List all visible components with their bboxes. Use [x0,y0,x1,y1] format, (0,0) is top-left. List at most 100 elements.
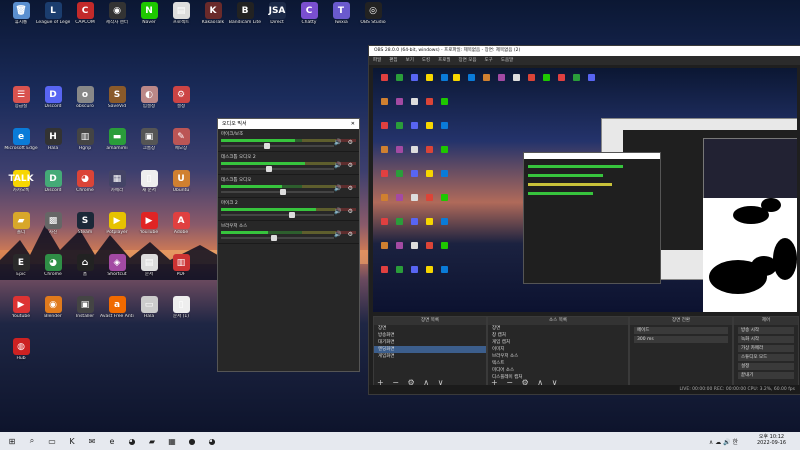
desktop-icon[interactable]: B Bandicam Lite [228,2,262,25]
desktop-icon[interactable]: ▣ 크롬창 [132,128,166,151]
volume-slider[interactable] [221,212,334,218]
slider-handle[interactable] [279,189,286,195]
volume-slider[interactable] [221,143,334,149]
desktop-icon[interactable]: S SaveVid [100,86,134,109]
desktop-icon[interactable]: ▬ amamimi [100,128,134,151]
desktop-icon[interactable]: ◕ Chrome [36,254,70,277]
control-button[interactable]: 방송 시작 [738,327,794,334]
desktop-icon[interactable]: 🗑 휴지통 [4,2,38,25]
audio-mixer-window[interactable]: 오디오 믹서 ✕ 마이크/보조 🔊 ⚙ 데스크톱 오디오 2 🔊 ⚙ 데스크톱 오디오 🔊… [217,118,360,372]
obs-title-bar[interactable]: OBS 28.0.0 (64-bit, windows) - 프로파일: 제목없… [369,46,800,56]
desktop-icon[interactable]: ⚙ 설정 [164,86,198,109]
desktop-icon[interactable]: ▦ 카메라 [100,170,134,193]
desktop-icon[interactable]: ◕ Chrome [68,170,102,193]
menu-item[interactable]: 도킹 [422,58,430,63]
control-button[interactable]: 스튜디오 모드 [738,354,794,361]
desktop-icon[interactable]: e Microsoft Edge [4,128,38,151]
desktop-icon[interactable]: ▥ Hgrip [68,128,102,151]
taskbar-clock[interactable]: 오후 10:12 2022-09-16 [757,434,786,446]
menu-item[interactable]: 장면 모음 [459,58,477,63]
desktop-icon[interactable]: ▶ Youtube [4,296,38,319]
desktop-icon[interactable]: ▣ Installer [68,296,102,319]
source-item[interactable]: 창 캡처 [488,332,628,339]
slider-handle[interactable] [288,212,295,218]
slider-handle[interactable] [266,166,273,172]
desktop-icon[interactable]: ▶ YouTube [132,212,166,235]
edge-icon[interactable]: e [106,435,118,447]
desktop-icon[interactable]: ▥ PDF [164,254,198,277]
desktop-icon[interactable]: ▶ Potplayer [100,212,134,235]
system-tray[interactable]: ∧ ☁ 🔊 한 [709,437,738,446]
desktop-icon[interactable]: ◉ 제작자 센터 [100,2,134,25]
desktop-icon[interactable]: ▯ 새 문서 [132,170,166,193]
desktop-icon[interactable]: TALK 카카오톡 [4,170,38,193]
desktop-icon[interactable]: ◐ 입설정 [132,86,166,109]
desktop-icon[interactable]: ▩ 사진 [36,212,70,235]
control-button[interactable]: 가상 카메라 [738,345,794,352]
mute-settings-icons[interactable]: 🔊 ⚙ [334,162,355,169]
transition-select[interactable]: 페이드 [634,327,728,334]
desktop-icon[interactable]: LLeague of Legends [36,2,70,25]
task-view-icon[interactable]: ▭ [46,435,58,447]
source-item[interactable]: 브라우저 소스 [488,353,628,360]
desktop-icon[interactable]: D Discord [36,170,70,193]
desktop-icon[interactable]: N Naver [132,2,166,25]
desktop-icon[interactable]: aAvast Free Antivirus [100,296,134,319]
desktop-icon[interactable]: ▭ Hala [132,296,166,319]
desktop-icon[interactable]: K KakaoTalk [196,2,230,25]
kakaotalk-icon[interactable]: K [66,435,78,447]
desktop-icon[interactable]: H Hala [36,128,70,151]
scene-item[interactable]: 방송화면 [374,332,486,339]
desktop-icon[interactable]: ▯ 문서 (1) [164,296,198,319]
menu-item[interactable]: 프로필 [438,58,450,63]
source-item[interactable]: 텍스트 [488,360,628,367]
mute-settings-icons[interactable]: 🔊 ⚙ [334,185,355,192]
source-item[interactable]: 이미지 [488,346,628,353]
desktop-icon[interactable]: JSA Direct [260,2,294,25]
desktop-icon[interactable]: ◈ Shortcut [100,254,134,277]
obs-window[interactable]: OBS 28.0.0 (64-bit, windows) - 프로파일: 제목없… [368,45,800,395]
mute-settings-icons[interactable]: 🔊 ⚙ [334,139,355,146]
desktop-icon[interactable]: U Ubuntu [164,170,198,193]
desktop-icon[interactable]: ☰ 응급실 [4,86,38,109]
control-button[interactable]: 끝내기 [738,372,794,379]
chrome-icon[interactable]: ◕ [126,435,138,447]
menu-item[interactable]: 편집 [389,58,397,63]
menu-item[interactable]: 파일 [373,58,381,63]
desktop-icon[interactable]: C Chatty [292,2,326,25]
source-item[interactable]: 게임 캡처 [488,339,628,346]
desktop-icon[interactable]: D Discord [36,86,70,109]
menu-item[interactable]: 보기 [406,58,414,63]
control-button[interactable]: 설정 [738,363,794,370]
desktop-icon[interactable]: ✎ 메모장 [164,128,198,151]
desktop-icon[interactable]: ◍ Hub [4,338,38,361]
menu-item[interactable]: 도구 [485,58,493,63]
mute-settings-icons[interactable]: 🔊 ⚙ [334,231,355,238]
explorer-icon[interactable]: ▰ [146,435,158,447]
desktop-icon[interactable]: ◉ Blender [36,296,70,319]
chrome-2-icon[interactable]: ◕ [206,435,218,447]
control-button[interactable]: 녹화 시작 [738,336,794,343]
desktop-icon[interactable]: o obscuro [68,86,102,109]
scene-item[interactable]: 엔딩화면 [374,346,486,353]
source-item[interactable]: 미디어 소스 [488,367,628,374]
volume-slider[interactable] [221,166,334,172]
slider-handle[interactable] [270,235,277,241]
desktop-icon[interactable]: S Steam [68,212,102,235]
desktop-icon[interactable]: C CAPCOM [68,2,102,25]
scene-item[interactable]: 장면 [374,325,486,332]
scene-item[interactable]: 대기화면 [374,339,486,346]
desktop-icon[interactable]: ▰ 폴더 [4,212,38,235]
scene-item[interactable]: 게임화면 [374,353,486,360]
obs-preview[interactable] [373,68,797,312]
mail-icon[interactable]: ✉ [86,435,98,447]
slider-handle[interactable] [263,143,270,149]
desktop-icon[interactable]: ▤ 문서 [132,254,166,277]
obs-icon[interactable]: ● [186,435,198,447]
search-icon[interactable]: ⌕ [26,435,38,447]
desktop-icon[interactable]: T Twixia [324,2,358,25]
source-item[interactable]: 장면 [488,325,628,332]
desktop-icon[interactable]: ▤ 프로젝트 [164,2,198,25]
start-icon[interactable]: ⊞ [6,435,18,447]
desktop-icon[interactable]: ◎ OBS Studio [356,2,390,25]
